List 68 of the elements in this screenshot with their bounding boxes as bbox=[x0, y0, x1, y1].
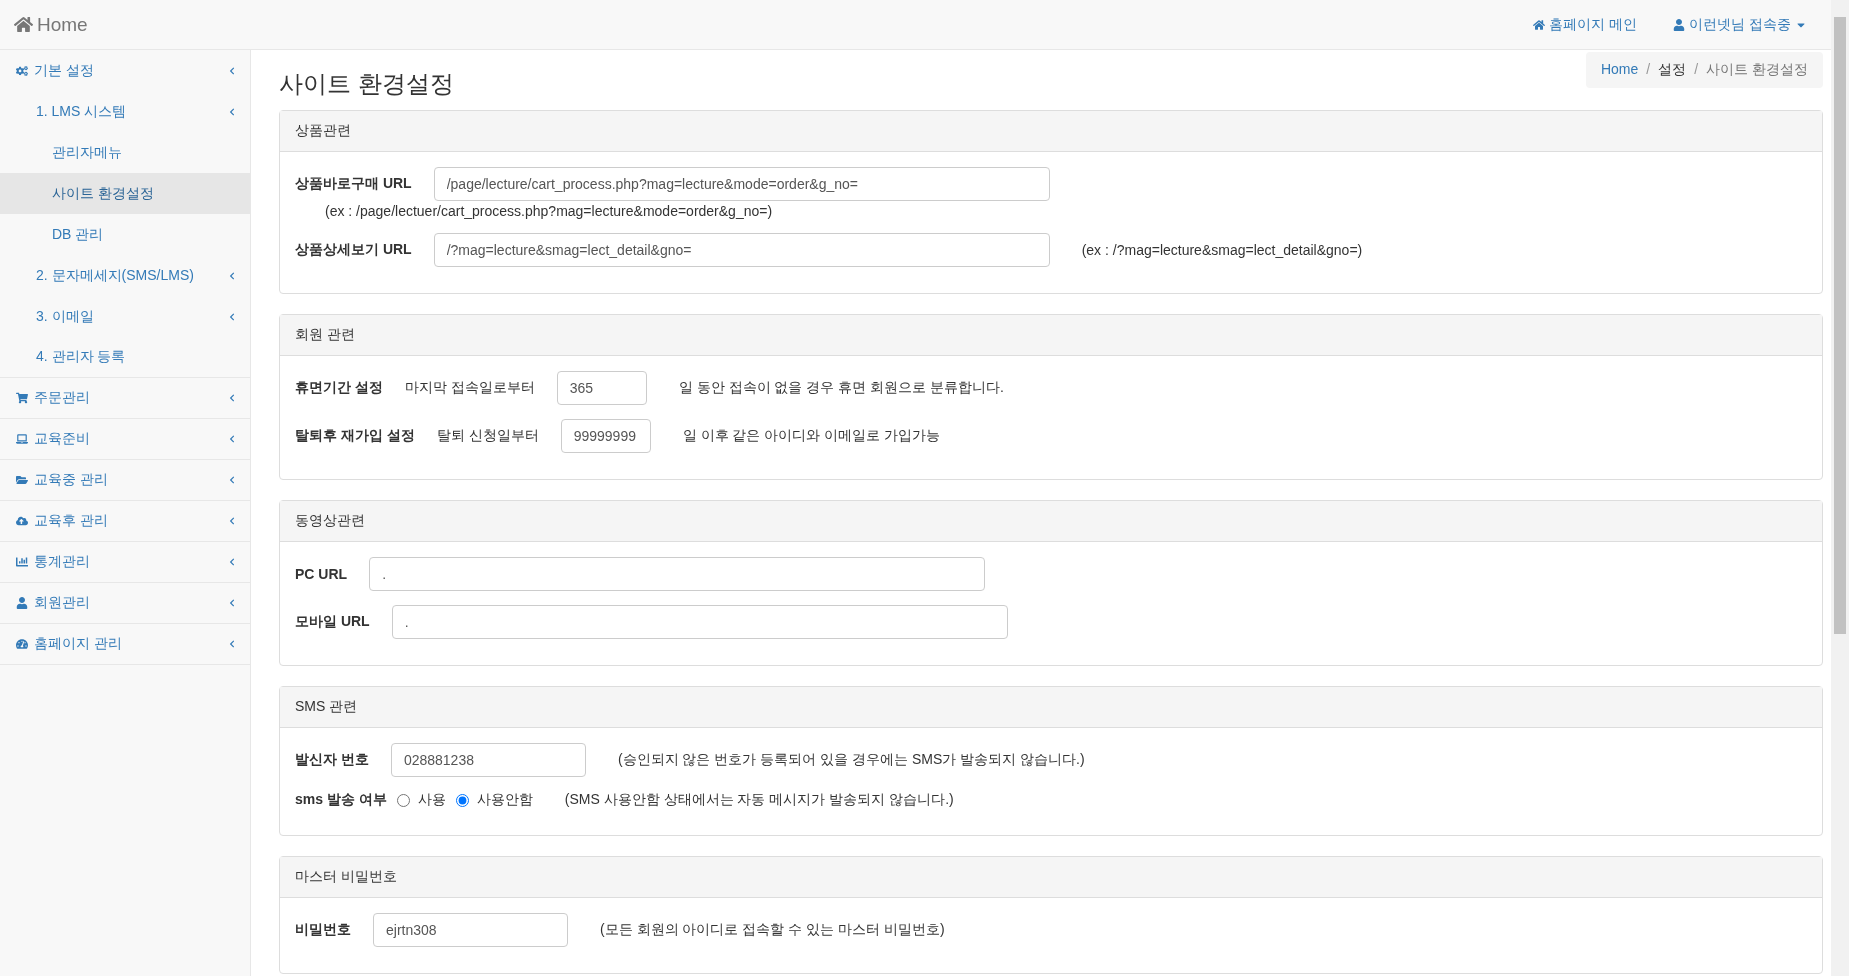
folder-icon bbox=[16, 474, 28, 486]
radio-label: 사용안함 bbox=[476, 791, 533, 809]
panel-heading: 회원 관련 bbox=[280, 315, 1822, 356]
radio-button[interactable] bbox=[455, 793, 469, 807]
help-text: 일 동안 접속이 없을 경우 휴면 회원으로 분류합니다. bbox=[678, 379, 1004, 397]
cart-icon bbox=[16, 392, 28, 404]
panel-heading: 상품관련 bbox=[280, 111, 1822, 152]
gauge-icon bbox=[16, 638, 28, 650]
field-label: sms 발송 여부 bbox=[295, 791, 387, 809]
chevron-icon bbox=[228, 599, 236, 607]
nav-link[interactable]: 이런넷님 접속중 bbox=[1673, 15, 1807, 34]
page-title: 사이트 환경설정 bbox=[279, 69, 454, 99]
chevron-icon bbox=[228, 558, 236, 566]
chevron-icon bbox=[228, 312, 236, 321]
nav-link[interactable]: 홈페이지 메인 bbox=[1533, 15, 1638, 34]
input-field[interactable]: /page/lecture/cart_process.php?mag=lecture&mode=order&g_no= bbox=[433, 167, 1050, 201]
field-text: 탈퇴 신청일부터 bbox=[436, 427, 539, 445]
help-text: (ex : /page/lectuer/cart_process.php?mag=lecture&mode=order&g_no=) bbox=[324, 203, 774, 219]
field-label: 비밀번호 bbox=[295, 921, 351, 939]
chevron-icon bbox=[228, 107, 236, 116]
radio-button[interactable] bbox=[396, 793, 410, 807]
user-icon bbox=[16, 597, 28, 609]
help-text: (SMS 사용안함 상태에서는 자동 메시지가 발송되지 않습니다.) bbox=[564, 791, 954, 809]
panel-heading: SMS 관련 bbox=[280, 687, 1822, 728]
chevron-icon bbox=[228, 66, 236, 75]
user-icon bbox=[1673, 18, 1686, 31]
input-field[interactable]: . bbox=[391, 605, 1008, 639]
breadcrumb-item: 설정 bbox=[1658, 61, 1687, 79]
field-label: 발신자 번호 bbox=[295, 751, 369, 769]
bar-chart-icon bbox=[16, 556, 28, 568]
field-label: 탈퇴후 재가입 설정 bbox=[295, 427, 415, 445]
input-field[interactable]: /?mag=lecture&smag=lect_detail&gno= bbox=[433, 233, 1050, 267]
home-icon bbox=[14, 15, 33, 34]
chevron-icon bbox=[228, 394, 236, 402]
breadcrumb-link[interactable]: Home bbox=[1600, 61, 1639, 79]
sidebar-item[interactable]: 사이트 환경설정 bbox=[0, 173, 250, 214]
field-label: PC URL bbox=[295, 566, 348, 582]
breadcrumb-separator: / bbox=[1646, 61, 1651, 79]
chevron-icon bbox=[228, 435, 236, 443]
help-text: (모든 회원의 아이디로 접속할 수 있는 마스터 비밀번호) bbox=[600, 921, 945, 939]
breadcrumb-item: 사이트 환경설정 bbox=[1706, 61, 1808, 79]
field-label: 상품바로구매 URL bbox=[295, 175, 412, 193]
chevron-icon bbox=[228, 640, 236, 648]
home-link[interactable]: Home bbox=[14, 13, 88, 36]
gears-icon bbox=[16, 64, 28, 77]
field-label: 모바일 URL bbox=[295, 613, 370, 631]
input-field[interactable]: 028881238 bbox=[390, 743, 586, 777]
field-label: 상품상세보기 URL bbox=[295, 241, 412, 259]
chevron-icon bbox=[228, 271, 236, 280]
field-label: 휴면기간 설정 bbox=[295, 379, 383, 397]
panel-heading: 마스터 비밀번호 bbox=[280, 857, 1822, 898]
home-icon bbox=[1533, 18, 1546, 31]
help-text: (ex : /?mag=lecture&smag=lect_detail&gno=) bbox=[1081, 242, 1363, 258]
chevron-icon bbox=[228, 517, 236, 525]
radio-label: 사용 bbox=[417, 791, 446, 809]
input-field[interactable]: 99999999 bbox=[560, 419, 651, 453]
panel-heading: 동영상관련 bbox=[280, 501, 1822, 542]
scrollbar[interactable] bbox=[1831, 0, 1849, 976]
laptop-icon bbox=[16, 433, 28, 445]
help-text: 일 이후 같은 아이디와 이메일로 가입가능 bbox=[682, 427, 941, 445]
input-field[interactable]: ejrtn308 bbox=[373, 913, 568, 947]
help-text: (승인되지 않은 번호가 등록되어 있을 경우에는 SMS가 발송되지 않습니다.) bbox=[617, 751, 1085, 769]
input-field[interactable]: . bbox=[369, 557, 986, 591]
cloud-upload-icon bbox=[16, 515, 28, 527]
field-text: 마지막 접속일로부터 bbox=[404, 379, 535, 397]
breadcrumb-separator: / bbox=[1694, 61, 1699, 79]
chevron-icon bbox=[228, 476, 236, 484]
input-field[interactable]: 365 bbox=[556, 371, 647, 405]
